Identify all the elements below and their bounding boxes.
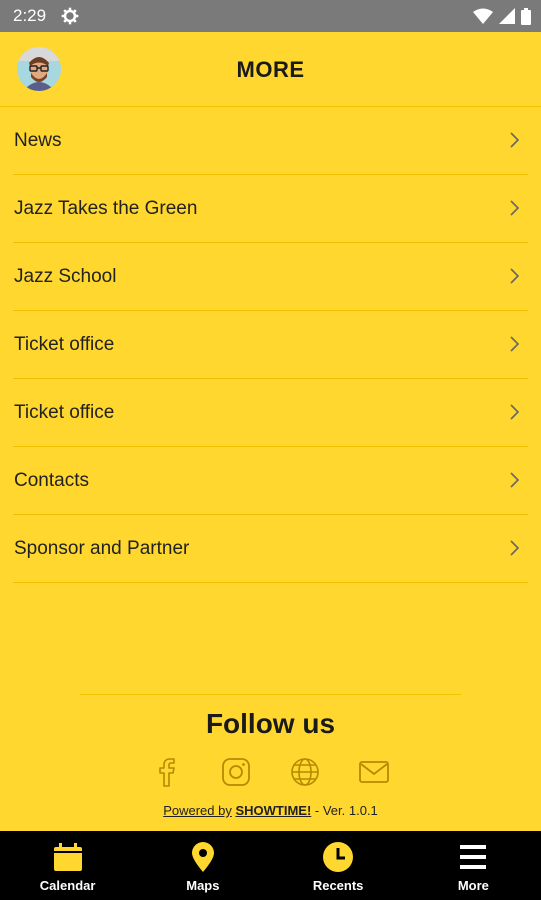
- menu-item-jazz-takes-the-green[interactable]: Jazz Takes the Green: [13, 175, 528, 243]
- menu-item-ticket-office[interactable]: Ticket office: [13, 311, 528, 379]
- chevron-right-icon: [510, 472, 520, 488]
- menu-item-label: Ticket office: [14, 402, 115, 423]
- follow-divider: [80, 694, 461, 695]
- bottom-navigation: Calendar Maps Recents More: [0, 831, 541, 900]
- menu-item-label: Jazz School: [14, 266, 117, 287]
- more-menu-list: News Jazz Takes the Green Jazz School Ti…: [13, 107, 528, 583]
- clock-icon: [323, 842, 354, 872]
- showtime-link[interactable]: SHOWTIME!: [235, 803, 311, 818]
- calendar-icon: [53, 843, 82, 871]
- chevron-right-icon: [510, 404, 520, 420]
- facebook-icon[interactable]: [151, 756, 183, 788]
- status-bar: 2:29: [0, 0, 541, 32]
- chevron-right-icon: [510, 132, 520, 148]
- menu-item-news[interactable]: News: [13, 107, 528, 175]
- globe-icon[interactable]: [289, 756, 321, 788]
- instagram-icon[interactable]: [220, 756, 252, 788]
- status-time: 2:29: [13, 6, 47, 25]
- settings-gear-icon: [61, 7, 79, 25]
- wifi-icon: [473, 8, 493, 24]
- chevron-right-icon: [510, 336, 520, 352]
- social-links: [0, 756, 541, 788]
- powered-by-text: Powered by SHOWTIME! - Ver. 1.0.1: [0, 803, 541, 818]
- page-title: MORE: [236, 57, 305, 82]
- chevron-right-icon: [510, 200, 520, 216]
- mail-icon[interactable]: [358, 756, 390, 788]
- menu-item-label: Jazz Takes the Green: [14, 198, 198, 219]
- menu-item-label: Sponsor and Partner: [14, 538, 190, 559]
- app-header: MORE: [0, 32, 541, 106]
- menu-item-label: News: [14, 130, 62, 151]
- menu-icon: [460, 845, 487, 869]
- powered-prefix: Powered by: [163, 803, 232, 818]
- nav-item-more[interactable]: More: [406, 831, 541, 900]
- nav-item-recents[interactable]: Recents: [271, 831, 406, 900]
- menu-item-sponsor-and-partner[interactable]: Sponsor and Partner: [13, 515, 528, 583]
- nav-label: Calendar: [39, 878, 96, 893]
- system-icons: [473, 7, 531, 25]
- nav-label: Maps: [186, 878, 220, 893]
- menu-item-ticket-office-2[interactable]: Ticket office: [13, 379, 528, 447]
- menu-item-label: Contacts: [14, 470, 89, 491]
- menu-item-jazz-school[interactable]: Jazz School: [13, 243, 528, 311]
- nav-label: More: [457, 878, 489, 893]
- signal-icon: [499, 8, 515, 24]
- nav-item-maps[interactable]: Maps: [135, 831, 270, 900]
- chevron-right-icon: [510, 540, 520, 556]
- menu-item-label: Ticket office: [14, 334, 115, 355]
- nav-label: Recents: [312, 878, 364, 893]
- version-text: - Ver. 1.0.1: [311, 803, 378, 818]
- menu-item-contacts[interactable]: Contacts: [13, 447, 528, 515]
- map-pin-icon: [191, 842, 214, 872]
- chevron-right-icon: [510, 268, 520, 284]
- battery-icon: [521, 7, 531, 25]
- follow-title: Follow us: [205, 708, 336, 739]
- nav-item-calendar[interactable]: Calendar: [0, 831, 135, 900]
